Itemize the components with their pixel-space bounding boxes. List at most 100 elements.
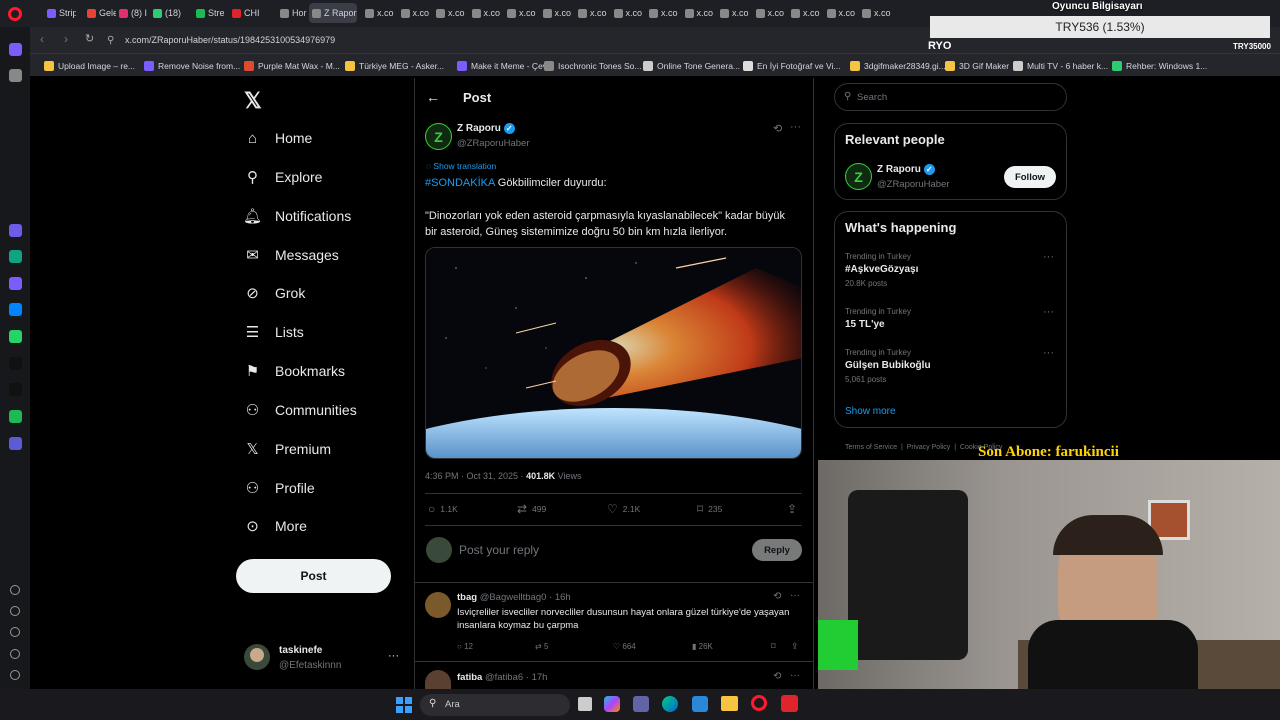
browser-tab[interactable]: (8) I <box>116 3 148 23</box>
back-icon[interactable]: ‹ <box>40 32 44 46</box>
trend-item[interactable]: Trending in Turkey Gülşen Bubikoğlu 5,061 … <box>845 348 931 384</box>
nav-home[interactable]: ⌂ Home <box>244 126 312 150</box>
terms-link[interactable]: Terms of Service <box>845 444 897 451</box>
file-explorer-icon[interactable] <box>721 696 738 711</box>
browser-tab[interactable]: x.co <box>504 3 537 23</box>
spotify-icon[interactable] <box>9 410 22 423</box>
reply-more-icon[interactable]: ··· <box>790 590 800 601</box>
bookmark-item[interactable]: 3dgifmaker28349.gi... <box>850 54 946 77</box>
reply-bookmark-icon[interactable]: ⌑ <box>771 641 776 652</box>
browser-tab[interactable]: x.co <box>433 3 466 23</box>
history-icon[interactable] <box>10 606 20 616</box>
browser-tab[interactable]: x.co <box>824 3 857 23</box>
settings-icon[interactable] <box>10 627 20 637</box>
whatsapp-icon[interactable] <box>9 330 22 343</box>
nav-grok[interactable]: ⊘ Grok <box>244 281 305 305</box>
author-name[interactable]: Z Raporu <box>457 123 501 134</box>
browser-tab[interactable]: x.co <box>398 3 431 23</box>
trend-more-icon[interactable]: ··· <box>1043 347 1054 359</box>
account-avatar[interactable] <box>244 644 270 670</box>
share-action[interactable]: ⇪ <box>787 502 797 516</box>
copilot-icon[interactable] <box>604 696 620 712</box>
teams-icon[interactable] <box>633 696 649 712</box>
author-avatar[interactable]: Z <box>425 123 452 150</box>
grok-icon[interactable]: ⟲ <box>773 671 781 682</box>
workspace-icon[interactable] <box>9 43 22 56</box>
privacy-link[interactable]: Privacy Policy <box>907 444 951 451</box>
edge-icon[interactable] <box>662 696 678 712</box>
browser-tab[interactable]: x.co <box>682 3 715 23</box>
browser-tab[interactable]: x.co <box>575 3 608 23</box>
url-text[interactable]: x.com/ZRaporuHaber/status/19842531005349… <box>125 35 335 45</box>
browser-tab[interactable]: Gele <box>84 3 116 23</box>
messenger-icon[interactable] <box>9 303 22 316</box>
reply-author-avatar[interactable] <box>425 592 451 618</box>
heart-icon[interactable] <box>10 585 20 595</box>
bookmark-item[interactable]: Rehber: Windows 1... <box>1112 54 1207 77</box>
nav-profile[interactable]: ⚇ Profile <box>244 476 315 500</box>
nav-lists[interactable]: ☰ Lists <box>244 320 304 344</box>
player-icon[interactable] <box>9 437 22 450</box>
aria-icon[interactable] <box>9 224 22 237</box>
x-logo-icon[interactable]: 𝕏 <box>244 88 262 114</box>
bookmark-item[interactable]: En İyi Fotoğraf ve Vi... <box>743 54 840 77</box>
browser-tab[interactable]: x.co <box>540 3 573 23</box>
reply-action[interactable]: ○ 1.1K <box>428 502 458 516</box>
more-icon[interactable] <box>10 670 20 680</box>
hashtag-link[interactable]: #SONDAKİKA <box>425 177 495 189</box>
browser-tab[interactable]: x.co <box>717 3 750 23</box>
browser-tab[interactable]: Strip <box>44 3 76 23</box>
author-handle[interactable]: @ZRaporuHaber <box>457 138 529 149</box>
nav-messages[interactable]: ✉ Messages <box>244 243 339 267</box>
bookmark-item[interactable]: Türkiye MEG - Asker... <box>345 54 444 77</box>
tiktok-icon[interactable] <box>9 357 22 370</box>
reply-author-name[interactable]: tbag <box>457 592 477 603</box>
nav-premium[interactable]: 𝕏 Premium <box>244 437 331 461</box>
person-name[interactable]: Z Raporu <box>877 164 921 175</box>
browser-tab[interactable]: x.co <box>788 3 821 23</box>
browser-tab[interactable]: Z Rapor <box>309 3 357 23</box>
x-icon[interactable] <box>9 383 22 396</box>
pin-icon[interactable] <box>9 69 22 82</box>
browser-tab[interactable]: Hor <box>277 3 309 23</box>
browser-tab[interactable]: (18) <box>150 3 182 23</box>
reply-input[interactable]: Post your reply <box>459 543 539 557</box>
browser-tab[interactable]: x.co <box>859 3 892 23</box>
reply-reposts[interactable]: ⇄ 5 <box>535 642 548 651</box>
reply-more-icon[interactable]: ··· <box>790 670 800 681</box>
post-image[interactable] <box>425 247 802 459</box>
nav-bookmarks[interactable]: ⚑ Bookmarks <box>244 359 345 383</box>
trend-item[interactable]: Trending in Turkey #AşkveGözyaşı 20.8K pos… <box>845 252 918 288</box>
grok-icon[interactable]: ⟲ <box>773 122 782 135</box>
opera-icon[interactable] <box>751 695 767 711</box>
person-avatar[interactable]: Z <box>845 163 872 190</box>
show-more-link[interactable]: Show more <box>845 406 896 417</box>
follow-button[interactable]: Follow <box>1004 166 1056 188</box>
nav-communities[interactable]: ⚇ Communities <box>244 398 357 422</box>
forward-icon[interactable]: › <box>64 32 68 46</box>
task-view-icon[interactable] <box>578 697 592 711</box>
post-more-icon[interactable]: ··· <box>790 121 801 133</box>
browser-tab[interactable]: x.co <box>646 3 679 23</box>
tips-icon[interactable] <box>10 649 20 659</box>
opera-logo-icon[interactable] <box>8 7 22 21</box>
trend-item[interactable]: Trending in Turkey 15 TL'ye <box>845 307 911 330</box>
back-arrow-icon[interactable]: ← <box>426 89 440 105</box>
grok-icon[interactable]: ⟲ <box>773 591 781 602</box>
taskbar-search[interactable]: ⚲ Ara <box>420 694 570 716</box>
show-translation-link[interactable]: ◌ Show translation <box>426 161 496 171</box>
account-name[interactable]: taskinefe <box>279 645 322 656</box>
post-timestamp[interactable]: 4:36 PM · Oct 31, 2025 · <box>425 471 526 481</box>
reply-button[interactable]: Reply <box>752 539 802 561</box>
bookmark-item[interactable]: Remove Noise from... <box>144 54 240 77</box>
post-button[interactable]: Post <box>236 559 391 593</box>
reply-author-name[interactable]: fatiba <box>457 672 482 683</box>
nav-explore[interactable]: ⚲ Explore <box>244 165 322 189</box>
reply-replies[interactable]: ○ 12 <box>457 642 473 651</box>
nav-notifications[interactable]: 🔔︎ Notifications <box>243 204 351 228</box>
bookmark-item[interactable]: Isochronic Tones So... <box>544 54 641 77</box>
chatgpt-icon[interactable] <box>9 250 22 263</box>
bookmark-item[interactable]: 3D Gif Maker <box>945 54 1009 77</box>
like-action[interactable]: ♡ 2.1K <box>607 502 640 516</box>
reply-likes[interactable]: ♡ 664 <box>613 642 636 651</box>
